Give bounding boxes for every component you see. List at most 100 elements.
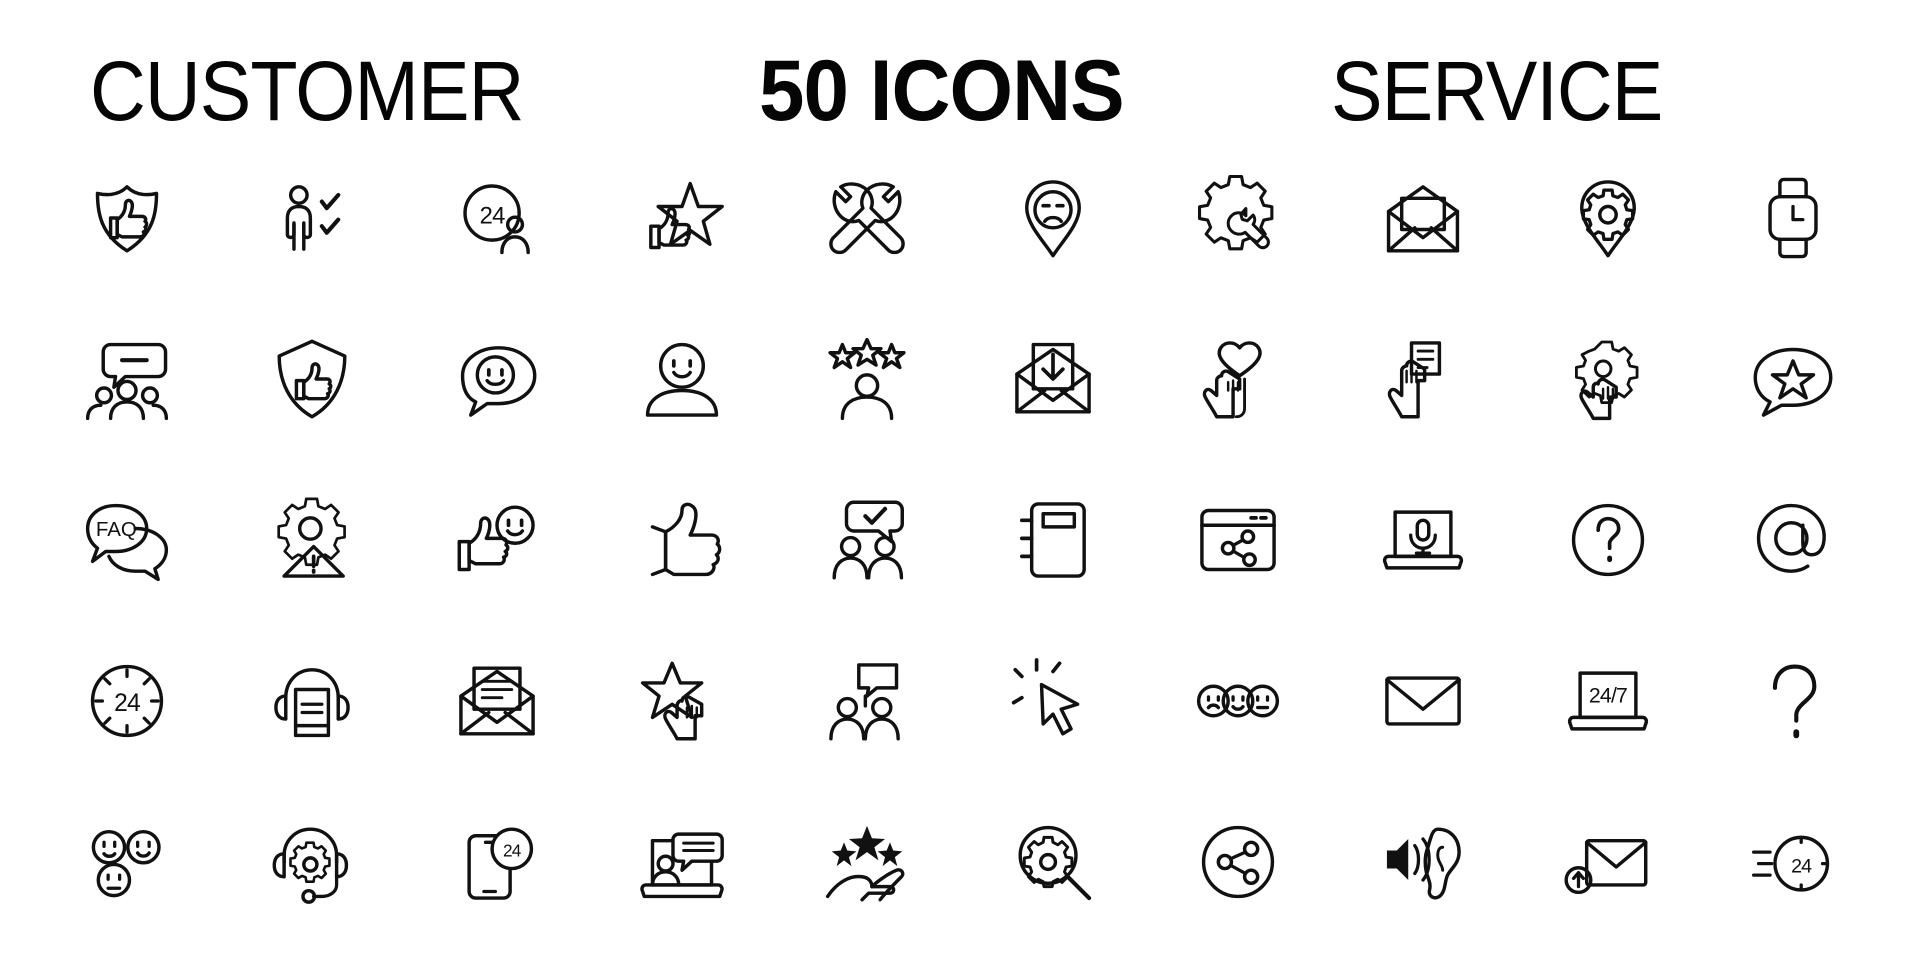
icon-cell-clock-24[interactable]: 24 bbox=[34, 620, 219, 781]
icon-cell-thumbs-up[interactable] bbox=[590, 460, 775, 621]
location-pin-sad-face-icon[interactable] bbox=[1012, 177, 1094, 259]
icon-cell-24-hour-support-person[interactable]: 24 bbox=[404, 138, 589, 299]
hand-holding-card-icon[interactable] bbox=[1382, 338, 1464, 420]
icon-cell-gear-warning[interactable] bbox=[219, 460, 404, 621]
icon-cell-laptop-microphone[interactable] bbox=[1330, 460, 1515, 621]
open-envelope-letter-icon[interactable] bbox=[1382, 177, 1464, 259]
icon-cell-ear-speaker[interactable] bbox=[1330, 781, 1515, 942]
happy-user-icon[interactable] bbox=[641, 338, 723, 420]
headset-document-icon[interactable] bbox=[271, 660, 353, 742]
icon-cell-star-chat-bubble[interactable] bbox=[1701, 299, 1886, 460]
clock-24-icon[interactable]: 24 bbox=[86, 660, 168, 742]
location-pin-gear-icon[interactable] bbox=[1567, 177, 1649, 259]
icon-cell-gear-click[interactable] bbox=[1516, 299, 1701, 460]
smiley-chat-bubble-icon[interactable] bbox=[456, 338, 538, 420]
24-hour-support-person-icon[interactable]: 24 bbox=[456, 177, 538, 259]
gear-magnifier-icon[interactable] bbox=[1012, 821, 1094, 903]
icon-cell-clock-24-speed[interactable]: 24 bbox=[1701, 781, 1886, 942]
clock-24-speed-icon[interactable]: 24 bbox=[1752, 821, 1834, 903]
star-rating-click-icon[interactable] bbox=[641, 660, 723, 742]
icon-cell-hand-stars-rating[interactable] bbox=[775, 781, 960, 942]
notebook-icon[interactable] bbox=[1012, 499, 1094, 581]
heart-click-icon[interactable] bbox=[1197, 338, 1279, 420]
share-circle-icon[interactable] bbox=[1197, 821, 1279, 903]
icon-cell-question-mark[interactable] bbox=[1701, 620, 1886, 781]
icon-cell-hand-holding-card[interactable] bbox=[1330, 299, 1515, 460]
icon-cell-three-faces-feedback[interactable] bbox=[1145, 620, 1330, 781]
icon-cell-smiley-chat-bubble[interactable] bbox=[404, 299, 589, 460]
icon-cell-gear-wrench[interactable] bbox=[1145, 138, 1330, 299]
cursor-click-icon[interactable] bbox=[1011, 657, 1094, 742]
shield-thumbs-up-outline-icon[interactable] bbox=[271, 338, 353, 420]
icon-cell-wrench-screwdriver[interactable] bbox=[775, 138, 960, 299]
question-mark-icon[interactable] bbox=[1752, 660, 1834, 742]
two-people-check-chat-icon[interactable] bbox=[826, 499, 908, 581]
three-faces-feedback-icon[interactable] bbox=[1196, 660, 1279, 742]
wrench-screwdriver-icon[interactable] bbox=[826, 177, 908, 259]
gear-click-icon[interactable] bbox=[1567, 338, 1649, 421]
group-chat-bubble-icon[interactable] bbox=[85, 338, 168, 421]
browser-share-icon[interactable] bbox=[1197, 499, 1279, 581]
shield-thumbs-up-icon[interactable] bbox=[86, 177, 168, 259]
icon-cell-presentation-people[interactable] bbox=[775, 620, 960, 781]
icon-cell-envelope-upload[interactable] bbox=[1516, 781, 1701, 942]
icon-cell-question-circle[interactable] bbox=[1516, 460, 1701, 621]
icon-cell-laptop-video-chat[interactable] bbox=[590, 781, 775, 942]
icon-cell-notebook[interactable] bbox=[960, 460, 1145, 621]
icon-cell-at-sign-circle[interactable] bbox=[1701, 460, 1886, 621]
icon-cell-star-rating-click[interactable] bbox=[590, 620, 775, 781]
gear-wrench-icon[interactable] bbox=[1197, 175, 1279, 259]
icon-cell-two-people-check-chat[interactable] bbox=[775, 460, 960, 621]
headset-gear-icon[interactable] bbox=[271, 821, 353, 904]
icon-cell-open-envelope-letter[interactable] bbox=[1330, 138, 1515, 299]
icon-cell-envelope[interactable] bbox=[1330, 620, 1515, 781]
mobile-24-support-icon[interactable]: 24 bbox=[456, 821, 538, 903]
icon-cell-heart-click[interactable] bbox=[1145, 299, 1330, 460]
thumbs-up-icon[interactable] bbox=[641, 499, 723, 581]
person-checklist-icon[interactable] bbox=[271, 177, 353, 259]
icon-cell-group-chat-bubble[interactable] bbox=[34, 299, 219, 460]
three-emoji-faces-icon[interactable] bbox=[86, 821, 168, 903]
faq-chat-bubbles-icon[interactable]: FAQ bbox=[85, 499, 168, 582]
smartwatch-icon[interactable] bbox=[1752, 177, 1834, 259]
icon-cell-thumbs-up-smiley[interactable] bbox=[404, 460, 589, 621]
icon-cell-faq-chat-bubbles[interactable]: FAQ bbox=[34, 460, 219, 621]
icon-cell-mobile-24-support[interactable]: 24 bbox=[404, 781, 589, 942]
icon-cell-person-three-stars[interactable] bbox=[775, 299, 960, 460]
icon-cell-gear-magnifier[interactable] bbox=[960, 781, 1145, 942]
icon-cell-headset-gear[interactable] bbox=[219, 781, 404, 942]
star-thumbs-up-icon[interactable] bbox=[641, 177, 725, 259]
laptop-24-7-icon[interactable]: 24/7 bbox=[1567, 660, 1649, 742]
icon-cell-shield-thumbs-up-outline[interactable] bbox=[219, 299, 404, 460]
laptop-video-chat-icon[interactable] bbox=[640, 821, 725, 903]
icon-cell-star-thumbs-up[interactable] bbox=[590, 138, 775, 299]
icon-cell-three-emoji-faces[interactable] bbox=[34, 781, 219, 942]
icon-cell-laptop-24-7[interactable]: 24/7 bbox=[1516, 620, 1701, 781]
hand-stars-rating-icon[interactable] bbox=[826, 821, 908, 903]
ear-speaker-icon[interactable] bbox=[1382, 821, 1464, 903]
icon-cell-browser-share[interactable] bbox=[1145, 460, 1330, 621]
icon-cell-location-pin-sad-face[interactable] bbox=[960, 138, 1145, 299]
person-three-stars-icon[interactable] bbox=[826, 338, 908, 421]
star-chat-bubble-icon[interactable] bbox=[1752, 338, 1834, 420]
icon-cell-cursor-click[interactable] bbox=[960, 620, 1145, 781]
thumbs-up-smiley-icon[interactable] bbox=[456, 499, 538, 581]
gear-warning-icon[interactable] bbox=[271, 497, 353, 581]
at-sign-circle-icon[interactable] bbox=[1752, 499, 1834, 581]
icon-cell-open-mail-letter[interactable] bbox=[404, 620, 589, 781]
icon-cell-happy-user[interactable] bbox=[590, 299, 775, 460]
icon-cell-smartwatch[interactable] bbox=[1701, 138, 1886, 299]
icon-cell-envelope-download[interactable] bbox=[960, 299, 1145, 460]
envelope-icon[interactable] bbox=[1382, 660, 1464, 742]
icon-cell-shield-thumbs-up[interactable] bbox=[34, 138, 219, 299]
envelope-download-icon[interactable] bbox=[1012, 338, 1094, 420]
question-circle-icon[interactable] bbox=[1567, 499, 1649, 581]
icon-cell-share-circle[interactable] bbox=[1145, 781, 1330, 942]
laptop-microphone-icon[interactable] bbox=[1382, 499, 1464, 581]
open-mail-letter-icon[interactable] bbox=[456, 660, 538, 742]
icon-cell-person-checklist[interactable] bbox=[219, 138, 404, 299]
envelope-upload-icon[interactable] bbox=[1564, 821, 1649, 903]
presentation-people-icon[interactable] bbox=[826, 660, 908, 742]
icon-cell-headset-document[interactable] bbox=[219, 620, 404, 781]
icon-cell-location-pin-gear[interactable] bbox=[1516, 138, 1701, 299]
